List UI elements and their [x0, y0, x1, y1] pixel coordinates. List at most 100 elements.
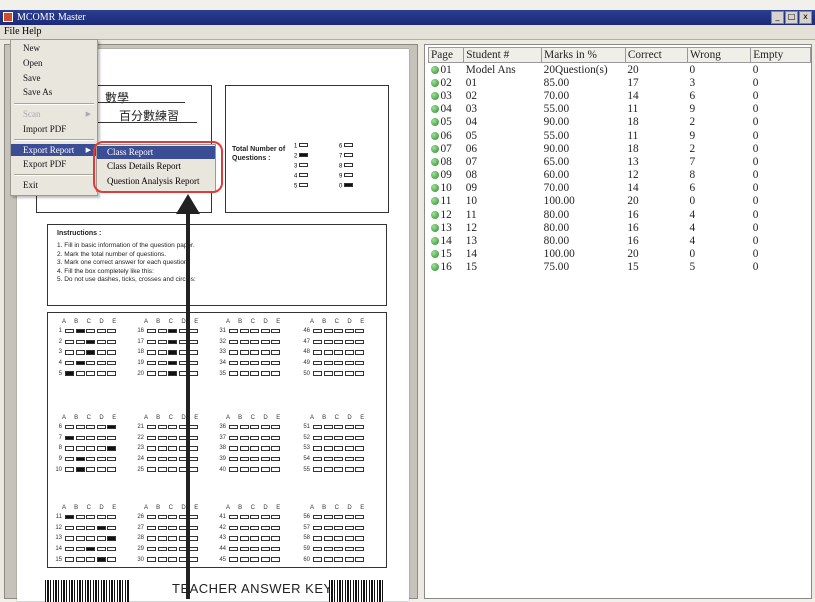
- close-button[interactable]: x: [799, 11, 812, 24]
- menu-item-export-pdf[interactable]: Export PDF: [23, 159, 66, 169]
- table-cell-value: 10: [440, 182, 452, 195]
- table-row[interactable]: 03 02 70.00 14 6 0: [429, 89, 811, 102]
- answer-bubble: [65, 536, 74, 541]
- table-row[interactable]: 13 12 80.00 16 4 0: [429, 221, 811, 234]
- table-cell: 70.00: [543, 182, 570, 195]
- status-ok-icon: [430, 263, 439, 272]
- minimize-button[interactable]: _: [771, 11, 784, 24]
- table-row[interactable]: 01 Model Ans 20Question(s) 20 0 0: [429, 63, 811, 77]
- answer-bubble: [313, 525, 322, 531]
- answer-bubble: [65, 467, 74, 472]
- answer-bubble: [107, 557, 116, 562]
- question-number: 37: [219, 434, 226, 441]
- column-header-student-[interactable]: Student #: [463, 47, 543, 63]
- question-number: 36: [219, 424, 226, 431]
- answer-bubble: [147, 515, 156, 520]
- answer-block: A B C D E 31 32 33 34 35: [216, 319, 308, 379]
- table-row[interactable]: 04 03 55.00 11 9 0: [429, 103, 811, 116]
- column-header-wrong[interactable]: Wrong: [686, 47, 752, 63]
- question-row: 20: [134, 368, 226, 379]
- answer-bubble: [344, 153, 354, 158]
- column-header-marks-in-[interactable]: Marks in %: [541, 47, 626, 63]
- answer-bubble: [334, 557, 343, 562]
- option-letters-header: A B C D E: [226, 415, 284, 421]
- table-row[interactable]: 14 13 80.00 16 4 0: [429, 234, 811, 247]
- answer-bubble: [344, 525, 354, 531]
- question-row: 42: [216, 523, 308, 534]
- table-row[interactable]: 02 01 85.00 17 3 0: [429, 76, 811, 89]
- answer-bubble: [75, 525, 85, 531]
- column-header-page[interactable]: Page: [427, 47, 465, 63]
- answer-block: A B C D E 11 12 13 14 15: [52, 505, 144, 565]
- answer-bubble: [189, 446, 198, 451]
- answer-bubble: [250, 515, 259, 520]
- table-row[interactable]: 15 14 100.00 20 0 0: [429, 248, 811, 261]
- column-header-empty[interactable]: Empty: [750, 47, 811, 63]
- table-cell: 9: [689, 129, 696, 142]
- question-row: 52: [300, 433, 392, 444]
- question-row: 7: [52, 433, 144, 444]
- table-row[interactable]: 09 08 60.00 12 8 0: [429, 169, 811, 182]
- answer-bubble: [86, 435, 95, 441]
- answer-bubble: [250, 350, 259, 355]
- table-cell: 20: [627, 248, 639, 261]
- answer-bubble: [157, 557, 167, 562]
- table-row[interactable]: 10 09 70.00 14 6 0: [429, 182, 811, 195]
- table-cell: 03: [429, 89, 464, 102]
- answer-bubble: [239, 339, 249, 345]
- highlight-callout: [93, 141, 223, 193]
- status-ok-icon: [430, 197, 439, 206]
- answer-bubble: [96, 557, 106, 562]
- answer-bubble: [96, 546, 106, 552]
- table-row[interactable]: 06 05 55.00 11 9 0: [429, 129, 811, 142]
- table-cell: 0: [752, 103, 759, 116]
- table-row[interactable]: 08 07 65.00 13 7 0: [429, 155, 811, 168]
- menu-help[interactable]: Help: [22, 26, 41, 37]
- table-cell: 0: [752, 63, 759, 76]
- menu-item-save-as[interactable]: Save As: [23, 87, 52, 97]
- table-cell: 0: [689, 63, 696, 76]
- menu-item-open[interactable]: Open: [23, 58, 43, 68]
- answer-bubble: [96, 329, 106, 334]
- table-cell: 05: [465, 129, 478, 142]
- menu-item-export-report[interactable]: Export Report: [11, 144, 97, 156]
- answer-bubble: [313, 329, 322, 334]
- maximize-button[interactable]: □: [785, 11, 798, 24]
- answer-bubble: [157, 515, 167, 520]
- table-cell: 80.00: [543, 208, 570, 221]
- question-row: 49: [300, 358, 392, 369]
- option-letters-header: A B C D E: [62, 319, 120, 325]
- menu-item-import-pdf[interactable]: Import PDF: [23, 124, 66, 134]
- answer-bubble: [271, 456, 280, 462]
- answer-bubble: [189, 435, 198, 441]
- table-row[interactable]: 11 10 100.00 20 0 0: [429, 195, 811, 208]
- question-row: 11: [52, 512, 144, 523]
- results-pane[interactable]: Page Student # Marks in % Correct Wrong Empty…: [424, 44, 812, 599]
- answer-bubble: [313, 339, 322, 345]
- menu-item-exit[interactable]: Exit: [23, 180, 38, 190]
- column-header-correct[interactable]: Correct: [624, 47, 688, 63]
- total-choice-number: 6: [339, 143, 343, 150]
- answer-bubble: [334, 456, 343, 462]
- question-row: 23: [134, 443, 226, 454]
- table-row[interactable]: 07 06 90.00 18 2 0: [429, 142, 811, 155]
- total-choice-number: 8: [339, 163, 343, 170]
- answer-bubble: [147, 467, 156, 472]
- answer-bubble: [107, 425, 116, 430]
- menu-item-save[interactable]: Save: [23, 73, 41, 83]
- answer-bubble: [344, 536, 354, 541]
- answer-bubble: [229, 339, 238, 345]
- menu-file[interactable]: File: [4, 26, 20, 37]
- table-row[interactable]: 16 15 75.00 15 5 0: [429, 261, 811, 274]
- answer-bubble: [65, 446, 74, 451]
- total-choice: 5: [294, 183, 310, 189]
- table-row[interactable]: 12 11 80.00 16 4 0: [429, 208, 811, 221]
- answer-bubble: [260, 360, 270, 366]
- menu-item-new[interactable]: New: [23, 43, 40, 53]
- answer-bubble: [334, 546, 343, 552]
- answer-block: A B C D E1 2 3 4 5: [52, 319, 144, 379]
- table-row[interactable]: 05 04 90.00 18 2 0: [429, 116, 811, 129]
- answer-bubble: [313, 435, 322, 441]
- answer-bubble: [147, 350, 156, 355]
- menu-separator: [14, 103, 94, 105]
